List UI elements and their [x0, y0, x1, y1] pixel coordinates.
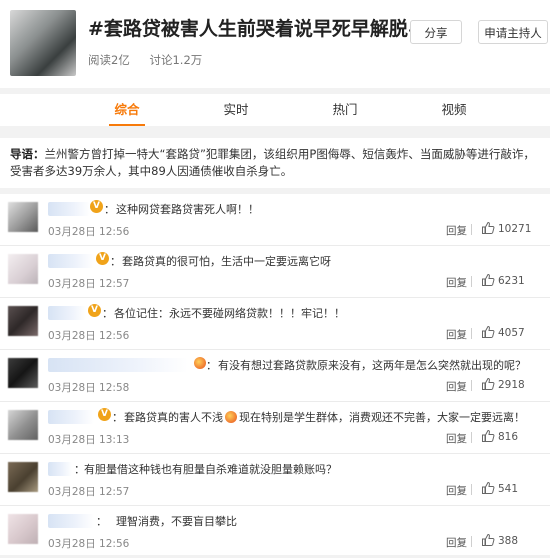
like-count: 4057	[498, 327, 525, 339]
username-blurred[interactable]	[48, 306, 86, 320]
username-blurred[interactable]	[48, 514, 94, 528]
topic-cover-image	[10, 10, 76, 76]
thumbs-up-icon[interactable]	[481, 273, 495, 287]
guide-label: 导语：	[10, 147, 45, 161]
verified-v-icon: V	[98, 408, 111, 421]
comment-text-part1: 套路贷真的害人不浅	[124, 411, 223, 424]
topic-header: #套路贷被害人生前哭着说早死早解脱# 阅读2亿 讨论1.2万 分享 申请主持人	[0, 0, 550, 88]
comment-item: ： 理智消费，不要盲目攀比 03月28日 12:56 回复 388	[0, 506, 550, 558]
comment-text: 这种网贷套路贷害死人啊！！	[116, 203, 259, 216]
topic-guide: 导语：兰州警方曾打掉一特大“套路贷”犯罪集团，该组织用P图侮辱、短信轰炸、当面威…	[0, 138, 550, 188]
reply-button[interactable]: 回复	[446, 431, 467, 446]
avatar[interactable]	[8, 358, 38, 388]
discussion-count: 讨论1.2万	[149, 53, 203, 67]
thumbs-up-icon[interactable]	[481, 377, 495, 391]
like-count: 6231	[498, 275, 525, 287]
divider	[471, 380, 472, 391]
emoji-icon	[194, 357, 206, 369]
like-count: 541	[498, 483, 519, 495]
comment-item: V ： 各位记住：永远不要碰网络贷款！！！牢记！！ 03月28日 12:56 回…	[0, 298, 550, 350]
comment-time: 03月28日 12:56	[48, 538, 130, 550]
divider	[471, 328, 472, 339]
divider	[471, 224, 472, 235]
divider	[471, 484, 472, 495]
tab-realtime[interactable]: 实时	[204, 94, 268, 126]
tab-hot[interactable]: 热门	[313, 94, 377, 126]
verified-v-icon: V	[88, 304, 101, 317]
comment-time: 03月28日 12:56	[48, 226, 130, 238]
avatar[interactable]	[8, 254, 38, 284]
avatar[interactable]	[8, 202, 38, 232]
reply-button[interactable]: 回复	[446, 223, 467, 238]
apply-host-button[interactable]: 申请主持人	[478, 20, 548, 44]
feed-tabs: 综合 实时 热门 视频	[0, 94, 550, 126]
like-count: 388	[498, 535, 519, 547]
reply-button[interactable]: 回复	[446, 379, 467, 394]
reply-button[interactable]: 回复	[446, 327, 467, 342]
comment-time: 03月28日 12:56	[48, 330, 130, 342]
tab-comprehensive[interactable]: 综合	[95, 94, 159, 126]
comment-time: 03月28日 12:57	[48, 486, 130, 498]
colon: ：	[96, 515, 107, 528]
angry-emoji-icon	[225, 411, 237, 423]
comment-item: ： 有胆量借这种钱也有胆量自杀难道就没胆量赖账吗？ 03月28日 12:57 回…	[0, 454, 550, 506]
comment-time: 03月28日 12:58	[48, 382, 130, 394]
username-blurred[interactable]	[48, 462, 72, 476]
divider	[471, 536, 472, 547]
topic-stats: 阅读2亿 讨论1.2万	[88, 52, 218, 68]
divider	[471, 432, 472, 443]
thumbs-up-icon[interactable]	[481, 429, 495, 443]
comment-text: 有胆量借这种钱也有胆量自杀难道就没胆量赖账吗？	[84, 463, 337, 476]
comment-time: 03月28日 12:57	[48, 278, 130, 290]
comment-text: 理智消费，不要盲目攀比	[116, 515, 237, 528]
comment-item: V ： 套路贷真的很可怕，生活中一定要远离它呀 03月28日 12:57 回复 …	[0, 246, 550, 298]
username-blurred[interactable]	[48, 410, 94, 424]
comment-item: V ： 这种网贷套路贷害死人啊！！ 03月28日 12:56 回复 10271	[0, 194, 550, 246]
username-blurred[interactable]	[48, 358, 188, 372]
verified-v-icon: V	[90, 200, 103, 213]
colon: ：	[112, 411, 123, 424]
colon: ：	[206, 359, 217, 372]
like-count: 816	[498, 431, 519, 443]
comment-text: 各位记住：永远不要碰网络贷款！！！牢记！！	[114, 307, 345, 320]
thumbs-up-icon[interactable]	[481, 533, 495, 547]
comment-text-part2: 现在特别是学生群体，消费观还不完善，大家一定要远离！	[239, 411, 525, 424]
thumbs-up-icon[interactable]	[481, 325, 495, 339]
username-blurred[interactable]	[48, 254, 94, 268]
comment-time: 03月28日 13:13	[48, 434, 130, 446]
comment-text: 有没有想过套路贷款原来没有，这两年是怎么突然就出现的呢？	[218, 359, 526, 372]
avatar[interactable]	[8, 306, 38, 336]
comment-list: V ： 这种网贷套路贷害死人啊！！ 03月28日 12:56 回复 10271 …	[0, 194, 550, 555]
thumbs-up-icon[interactable]	[481, 481, 495, 495]
colon: ：	[102, 307, 113, 320]
topic-title: #套路贷被害人生前哭着说早死早解脱#	[88, 18, 424, 40]
colon: ：	[110, 255, 121, 268]
avatar[interactable]	[8, 410, 38, 440]
avatar[interactable]	[8, 514, 38, 544]
share-button[interactable]: 分享	[410, 20, 462, 44]
reply-button[interactable]: 回复	[446, 275, 467, 290]
username-blurred[interactable]	[48, 202, 90, 216]
avatar[interactable]	[8, 462, 38, 492]
reply-button[interactable]: 回复	[446, 483, 467, 498]
verified-v-icon: V	[96, 252, 109, 265]
colon: ：	[104, 203, 115, 216]
comment-text: 套路贷真的很可怕，生活中一定要远离它呀	[122, 255, 331, 268]
tab-video[interactable]: 视频	[422, 94, 486, 126]
reply-button[interactable]: 回复	[446, 535, 467, 550]
divider	[471, 276, 472, 287]
like-count: 10271	[498, 223, 532, 235]
read-count: 阅读2亿	[88, 53, 130, 67]
comment-item: V ： 套路贷真的害人不浅 现在特别是学生群体，消费观还不完善，大家一定要远离！ …	[0, 402, 550, 454]
thumbs-up-icon[interactable]	[481, 221, 495, 235]
comment-text: 套路贷真的害人不浅 现在特别是学生群体，消费观还不完善，大家一定要远离！	[124, 409, 525, 425]
like-count: 2918	[498, 379, 525, 391]
comment-item: ： 有没有想过套路贷款原来没有，这两年是怎么突然就出现的呢？ 03月28日 12…	[0, 350, 550, 402]
guide-text: 兰州警方曾打掉一特大“套路贷”犯罪集团，该组织用P图侮辱、短信轰炸、当面威胁等进…	[10, 147, 535, 178]
